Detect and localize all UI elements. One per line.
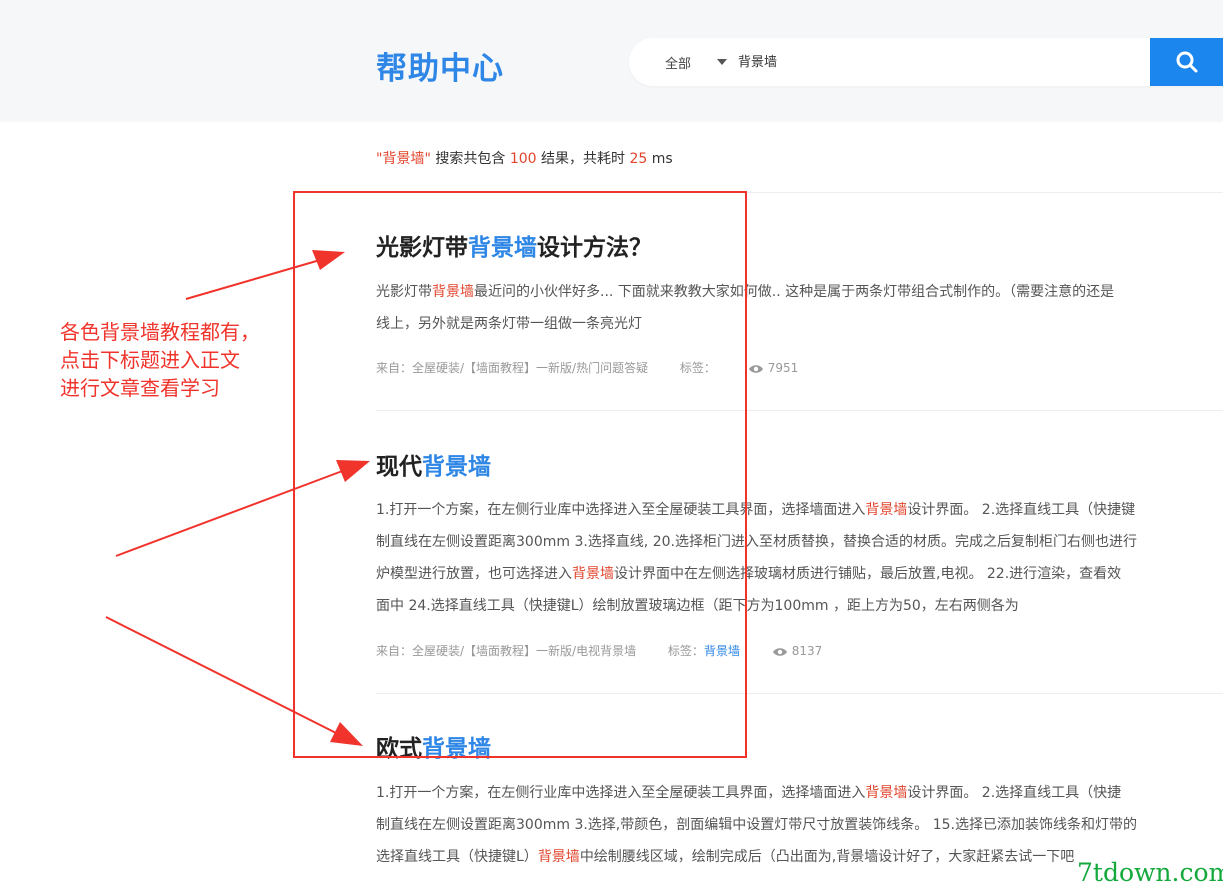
excerpt-line: 制直线在左侧设置距离300mm 3.选择直线, 20.选择柜门进入至材质替换，替… bbox=[376, 526, 1137, 558]
excerpt-keyword: 背景墙 bbox=[865, 785, 908, 801]
search-button[interactable] bbox=[1150, 38, 1223, 86]
summary-keyword: 背景墙 bbox=[382, 151, 425, 167]
annotation-line: 各色背景墙教程都有， bbox=[60, 320, 260, 344]
excerpt-keyword: 背景墙 bbox=[537, 849, 580, 865]
result-tag-link[interactable]: 背景墙 bbox=[704, 644, 740, 658]
result-title-keyword: 背景墙 bbox=[422, 454, 491, 480]
excerpt-text: 面中 24.选择直线工具（快捷键L）绘制放置玻璃边框（距下方为100mm ，距上… bbox=[376, 598, 1019, 614]
excerpt-line: 制直线在左侧设置距离300mm 3.选择,带颜色，剖面编辑中设置灯带尺寸放置装饰… bbox=[376, 809, 1137, 841]
result-title-link[interactable]: 现代背景墙 bbox=[376, 447, 1223, 481]
excerpt-text: 选择直线工具（快捷键L） bbox=[376, 849, 538, 865]
result-title-link[interactable]: 欧式背景墙 bbox=[376, 729, 1223, 763]
excerpt-text: 设计界面。 2.选择直线工具（快捷键 bbox=[907, 502, 1136, 518]
summary-count: 100 bbox=[509, 151, 537, 167]
result-tag-label: 标签： bbox=[667, 644, 704, 658]
excerpt-text: 制直线在左侧设置距离300mm 3.选择直线, 20.选择柜门进入至材质替换，替… bbox=[376, 534, 1137, 550]
result-meta: 来自：全屋硬装/【墙面教程】一新版/热门问题答疑 标签： 7951 bbox=[376, 359, 798, 376]
watermark: 7tdown.com bbox=[1077, 858, 1223, 887]
summary-time: 25 bbox=[629, 151, 648, 167]
annotation-note: 各色背景墙教程都有， 点击下标题进入正文 进行文章查看学习 bbox=[60, 318, 260, 402]
excerpt-line: 光影灯带背景墙最近问的小伙伴好多... 下面就来教教大家如何做.. 这种是属于两… bbox=[376, 276, 1114, 308]
result-title-keyword: 背景墙 bbox=[468, 235, 537, 261]
divider bbox=[376, 410, 1223, 411]
annotation-line: 点击下标题进入正文 bbox=[60, 348, 240, 372]
annotation-arrow bbox=[105, 616, 341, 736]
excerpt-keyword: 背景墙 bbox=[572, 566, 614, 582]
search-input[interactable] bbox=[738, 53, 1138, 68]
search-summary: "背景墙" 搜索共包含 100 结果，共耗时 25 ms bbox=[376, 148, 673, 168]
excerpt-text: 制直线在左侧设置距离300mm 3.选择,带颜色，剖面编辑中设置灯带尺寸放置装饰… bbox=[376, 817, 1137, 833]
summary-unit: ms bbox=[647, 151, 673, 167]
search-scope-select[interactable]: 全部 bbox=[665, 53, 691, 72]
arrowhead bbox=[330, 722, 363, 746]
divider bbox=[376, 693, 1223, 694]
caret-down-icon[interactable] bbox=[717, 59, 727, 65]
summary-text: 搜索共包含 bbox=[430, 151, 510, 167]
excerpt-text: 最近问的小伙伴好多... 下面就来教教大家如何做.. 这种是属于两条灯带组合式制… bbox=[474, 284, 1115, 300]
result-title-text: 设计方法？ bbox=[537, 235, 652, 261]
excerpt-line: 炉模型进行放置，也可选择进入背景墙设计界面中在左侧选择玻璃材质进行铺贴，最后放置… bbox=[376, 558, 1137, 590]
excerpt-text: 1.打开一个方案，在左侧行业库中选择进入至全屋硬装工具界面，选择墙面进入 bbox=[376, 785, 866, 801]
eye-icon bbox=[748, 365, 763, 373]
result-title-text: 欧式 bbox=[376, 736, 422, 762]
result-title-text: 光影灯带 bbox=[376, 235, 468, 261]
header: 帮助中心 全部 bbox=[0, 0, 1223, 122]
excerpt-text: 设计界面中在左侧选择玻璃材质进行铺贴，最后放置,电视。 22.进行渲染，查看效 bbox=[614, 566, 1122, 582]
excerpt-text: 设计界面。 2.选择直线工具（快捷 bbox=[907, 785, 1122, 801]
result-views-count: 8137 bbox=[791, 644, 823, 658]
result-meta: 来自：全屋硬装/【墙面教程】一新版/电视背景墙 标签：背景墙 8137 bbox=[376, 642, 822, 659]
result-views-count: 7951 bbox=[767, 361, 799, 375]
result-excerpt: 光影灯带背景墙最近问的小伙伴好多... 下面就来教教大家如何做.. 这种是属于两… bbox=[376, 276, 1114, 340]
excerpt-line: 面中 24.选择直线工具（快捷键L）绘制放置玻璃边框（距下方为100mm ，距上… bbox=[376, 590, 1137, 622]
search-result: 光影灯带背景墙设计方法？ 光影灯带背景墙最近问的小伙伴好多... 下面就来教教大… bbox=[376, 228, 1223, 388]
excerpt-text: 线上，另外就是两条灯带一组做一条亮光灯 bbox=[376, 316, 642, 332]
result-excerpt: 1.打开一个方案，在左侧行业库中选择进入至全屋硬装工具界面，选择墙面进入背景墙设… bbox=[376, 777, 1137, 873]
result-source-link[interactable]: 来自：全屋硬装/【墙面教程】一新版/电视背景墙 bbox=[376, 644, 636, 658]
annotation-arrow bbox=[185, 259, 321, 300]
search-result: 现代背景墙 1.打开一个方案，在左侧行业库中选择进入至全屋硬装工具界面，选择墙面… bbox=[376, 447, 1223, 677]
excerpt-text: 光影灯带 bbox=[376, 284, 432, 300]
summary-text: 结果，共耗时 bbox=[536, 151, 630, 167]
excerpt-text: 炉模型进行放置，也可选择进入 bbox=[376, 566, 572, 582]
eye-icon bbox=[772, 648, 787, 656]
result-tag-label: 标签： bbox=[679, 361, 716, 375]
result-views: 8137 bbox=[772, 644, 823, 658]
divider bbox=[376, 192, 1223, 193]
excerpt-line: 1.打开一个方案，在左侧行业库中选择进入至全屋硬装工具界面，选择墙面进入背景墙设… bbox=[376, 494, 1137, 526]
result-views: 7951 bbox=[748, 361, 799, 375]
arrowhead bbox=[336, 460, 370, 482]
result-title-keyword: 背景墙 bbox=[422, 736, 491, 762]
help-center-page: 帮助中心 全部 "背景墙" 搜索共包含 100 结果，共耗时 25 ms 光影灯… bbox=[0, 0, 1223, 895]
excerpt-line: 线上，另外就是两条灯带一组做一条亮光灯 bbox=[376, 308, 1114, 340]
result-excerpt: 1.打开一个方案，在左侧行业库中选择进入至全屋硬装工具界面，选择墙面进入背景墙设… bbox=[376, 494, 1137, 622]
arrowhead bbox=[312, 250, 345, 270]
excerpt-line: 选择直线工具（快捷键L）背景墙中绘制腰线区域，绘制完成后（凸出面为,背景墙设计好… bbox=[376, 841, 1137, 873]
annotation-line: 进行文章查看学习 bbox=[60, 376, 220, 400]
annotation-arrow bbox=[115, 469, 346, 557]
result-title-link[interactable]: 光影灯带背景墙设计方法？ bbox=[376, 228, 1223, 262]
result-source-link[interactable]: 来自：全屋硬装/【墙面教程】一新版/热门问题答疑 bbox=[376, 361, 648, 375]
excerpt-keyword: 背景墙 bbox=[865, 502, 908, 518]
excerpt-text: 1.打开一个方案，在左侧行业库中选择进入至全屋硬装工具界面，选择墙面进入 bbox=[376, 502, 866, 518]
page-title[interactable]: 帮助中心 bbox=[376, 43, 504, 88]
result-title-text: 现代 bbox=[376, 454, 422, 480]
excerpt-text: 中绘制腰线区域，绘制完成后（凸出面为,背景墙设计好了，大家赶紧去试一下吧 bbox=[579, 849, 1075, 865]
excerpt-line: 1.打开一个方案，在左侧行业库中选择进入至全屋硬装工具界面，选择墙面进入背景墙设… bbox=[376, 777, 1137, 809]
excerpt-keyword: 背景墙 bbox=[432, 284, 474, 300]
search-icon bbox=[1176, 51, 1198, 73]
